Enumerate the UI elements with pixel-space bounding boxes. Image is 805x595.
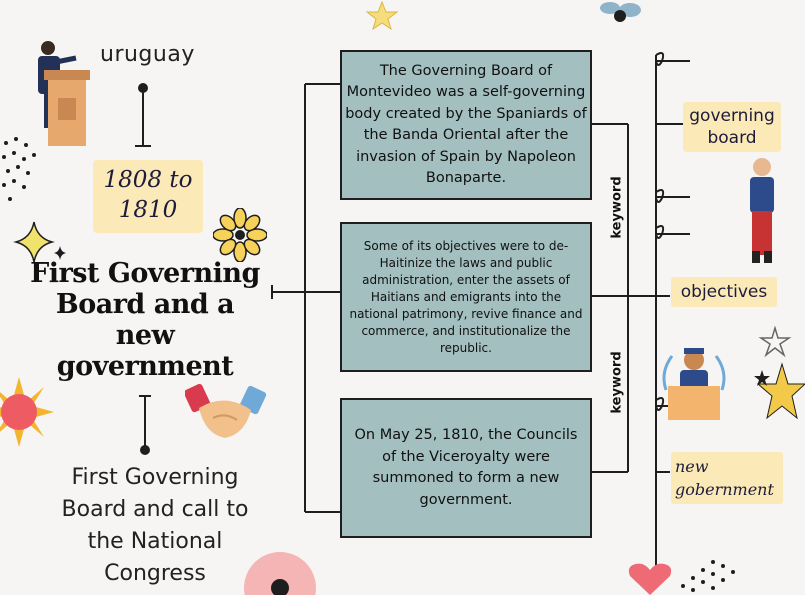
laurel-leader-icon bbox=[662, 348, 726, 420]
star-top-icon bbox=[365, 0, 399, 30]
heart-icon bbox=[628, 563, 672, 595]
sun-flower-icon bbox=[0, 377, 54, 447]
dots-decoration-bottom-right-icon bbox=[681, 560, 735, 592]
handshake-icon bbox=[185, 383, 267, 438]
years-badge: 1808 to 1810 bbox=[93, 160, 203, 233]
outline-star-icon bbox=[758, 326, 792, 358]
tag-governing-board: governing board bbox=[683, 102, 781, 152]
star-right-icon bbox=[754, 362, 805, 420]
tag-objectives: objectives bbox=[671, 277, 777, 307]
info-box-3: On May 25, 1810, the Councils of the Vic… bbox=[340, 398, 592, 538]
info-box-2: Some of its objectives were to de-Haitin… bbox=[340, 222, 592, 372]
subtitle: First Governing Board and call to the Na… bbox=[61, 465, 249, 586]
topic-label: uruguay bbox=[100, 42, 195, 67]
main-title: First Governing Board and a new governme… bbox=[30, 258, 260, 382]
keyword-label-1: keyword bbox=[609, 176, 625, 239]
speaker-at-podium-icon bbox=[38, 41, 90, 146]
dots-decoration-left-icon bbox=[2, 137, 36, 201]
yellow-flower-icon bbox=[213, 208, 267, 262]
tag-new-government: new gobernment bbox=[671, 452, 783, 504]
info-box-1: The Governing Board of Montevideo was a … bbox=[340, 50, 592, 200]
info-box-2-text: Some of its objectives were to de-Haitin… bbox=[349, 238, 583, 355]
info-box-3-text: On May 25, 1810, the Councils of the Vic… bbox=[354, 427, 578, 508]
info-box-1-text: The Governing Board of Montevideo was a … bbox=[345, 62, 587, 187]
blue-leaves-icon bbox=[600, 2, 641, 22]
keyword-label-2: keyword bbox=[609, 351, 625, 414]
soldier-figure-icon bbox=[750, 158, 774, 263]
